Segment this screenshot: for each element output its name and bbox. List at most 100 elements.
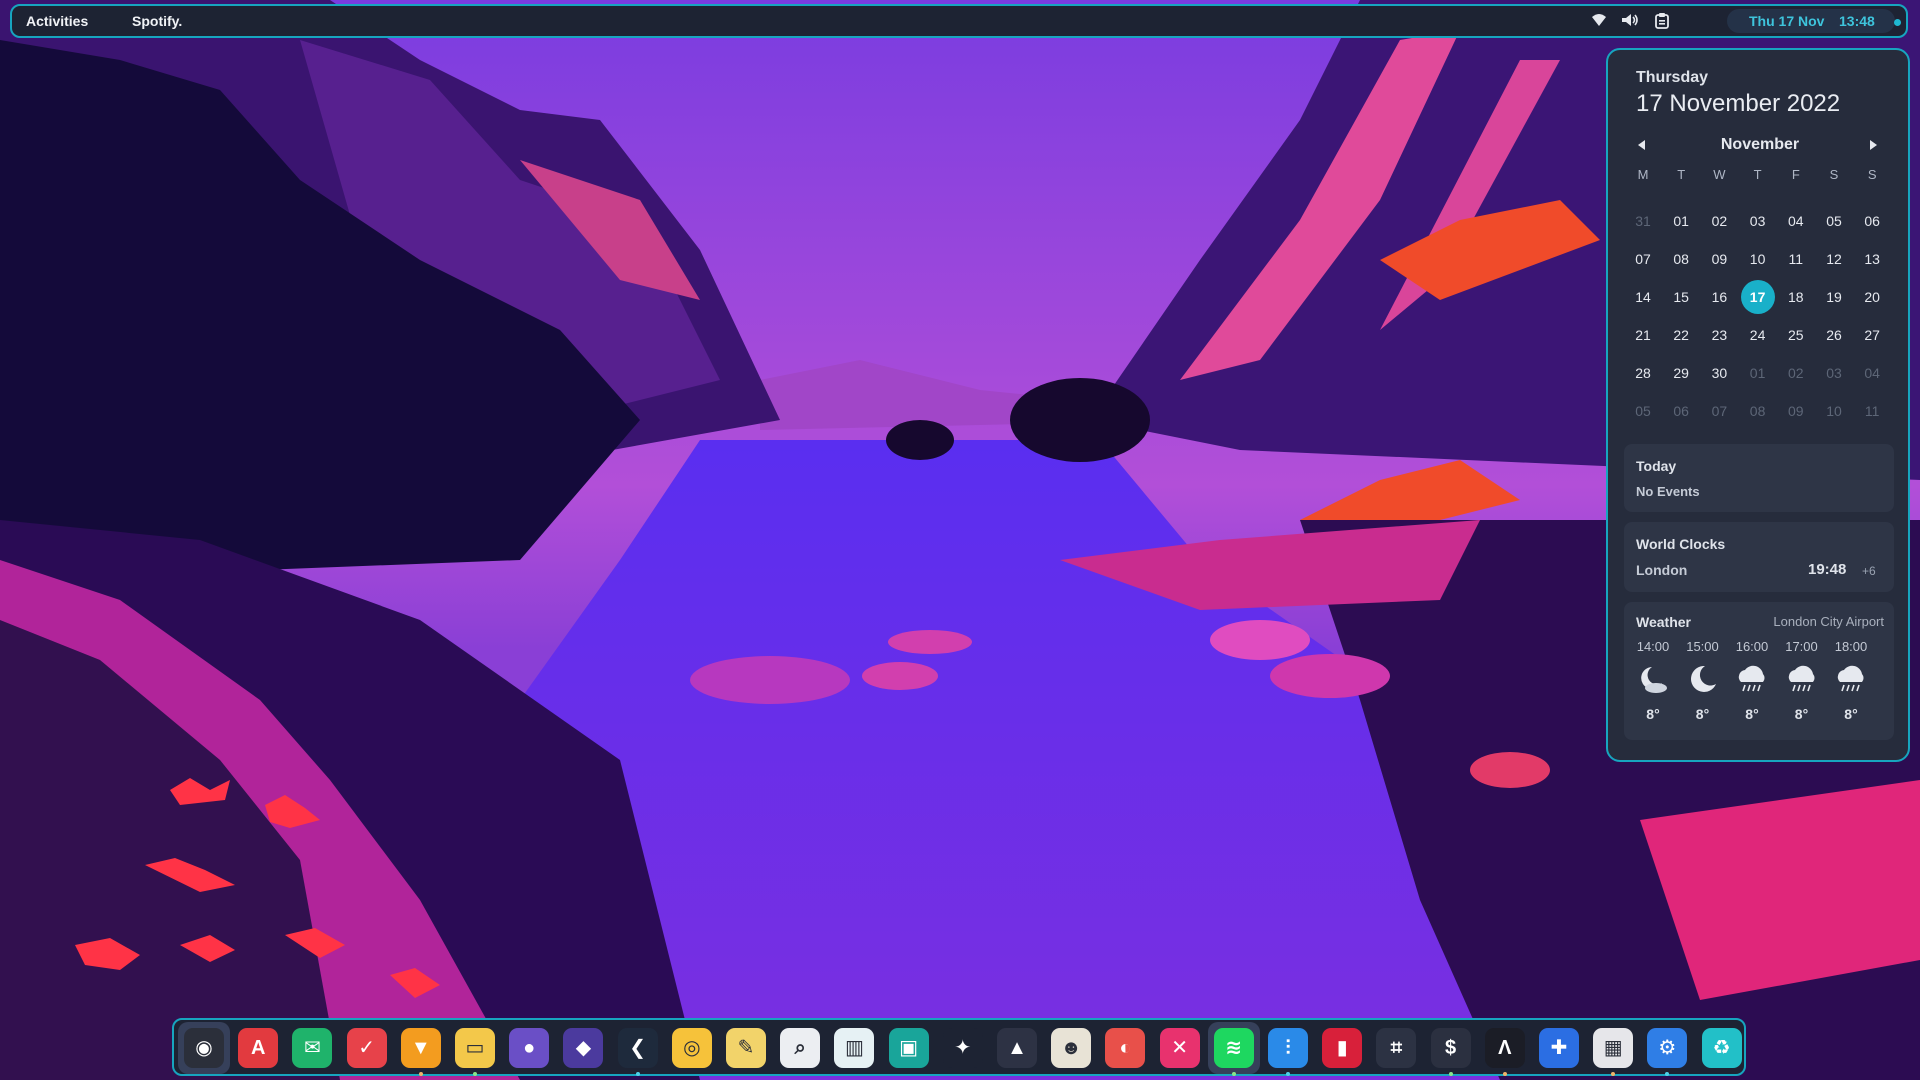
app-glyph: ✕: [1159, 1028, 1200, 1068]
world-clocks-card[interactable]: World Clocks London 19:48 +6: [1624, 522, 1894, 592]
calendar-day[interactable]: 02: [1702, 204, 1736, 238]
calendar-day[interactable]: 03: [1741, 204, 1775, 238]
rain-cloud-icon: [1727, 664, 1777, 700]
color-picker-icon[interactable]: ◐: [1105, 1028, 1146, 1068]
calendar-day[interactable]: 01: [1741, 356, 1775, 390]
calendar-day[interactable]: 13: [1855, 242, 1889, 276]
rain-cloud-icon: [1777, 664, 1827, 700]
spotify-icon[interactable]: ≋: [1207, 1022, 1260, 1076]
trash-icon[interactable]: ♻: [1701, 1028, 1742, 1068]
events-status: No Events: [1636, 484, 1700, 499]
notification-indicator-icon: [1894, 19, 1901, 26]
calendar-day[interactable]: 17: [1740, 280, 1775, 314]
calendar-panel: Thursday 17 November 2022 November Today…: [1606, 48, 1910, 762]
calendar-day[interactable]: 20: [1855, 280, 1889, 314]
video-app-icon[interactable]: ✕: [1159, 1028, 1200, 1068]
calendar-day[interactable]: 04: [1779, 204, 1813, 238]
screen-crop-icon[interactable]: ⌗: [1376, 1028, 1417, 1068]
calendar-day[interactable]: 25: [1779, 318, 1813, 352]
brave-browser-icon[interactable]: ▼: [400, 1028, 441, 1076]
calendar-day[interactable]: 08: [1664, 242, 1698, 276]
calendar-day[interactable]: 24: [1741, 318, 1775, 352]
calendar-day[interactable]: 11: [1855, 394, 1889, 428]
calendar-day[interactable]: 07: [1702, 394, 1736, 428]
calendar-day[interactable]: 27: [1855, 318, 1889, 352]
alacritty-icon[interactable]: Λ: [1484, 1028, 1525, 1076]
app-glyph: A: [238, 1028, 279, 1068]
calendar-day[interactable]: 21: [1626, 318, 1660, 352]
calendar-day[interactable]: 01: [1664, 204, 1698, 238]
wifi-icon[interactable]: [1590, 13, 1608, 31]
terminal-icon[interactable]: $: [1430, 1028, 1471, 1076]
calendar-day[interactable]: 22: [1664, 318, 1698, 352]
calendar-day[interactable]: 23: [1702, 318, 1736, 352]
gimp-icon[interactable]: ☻: [1051, 1028, 1092, 1068]
obsidian-icon[interactable]: ◆: [563, 1028, 604, 1068]
eye-app-icon[interactable]: ◉: [178, 1022, 230, 1074]
chrome-icon[interactable]: ◎: [671, 1028, 712, 1068]
app-glyph: ◐: [1105, 1028, 1146, 1068]
inkscape-icon[interactable]: ▲: [997, 1028, 1037, 1068]
screenshot-icon[interactable]: ▣: [888, 1028, 929, 1068]
mail-icon[interactable]: ✉: [292, 1028, 333, 1068]
calendar-day[interactable]: 08: [1741, 394, 1775, 428]
running-indicator: [1665, 1072, 1670, 1076]
weather-card[interactable]: Weather London City Airport 14:00 8° 15:00…: [1624, 602, 1894, 740]
github-icon[interactable]: ●: [509, 1028, 550, 1068]
partly-cloudy-night-icon: [1628, 664, 1678, 700]
weather-title: Weather: [1636, 614, 1691, 630]
settings-tweaks-icon[interactable]: ▦: [1593, 1028, 1634, 1076]
calendar-day[interactable]: 05: [1626, 394, 1660, 428]
calendar-day[interactable]: 30: [1702, 356, 1736, 390]
settings-icon[interactable]: ⚙: [1647, 1028, 1688, 1076]
extensions-icon[interactable]: ✚: [1539, 1028, 1579, 1068]
calendar-full-date[interactable]: 17 November 2022: [1636, 90, 1840, 118]
date-time-button[interactable]: Thu 17 Nov 13:48: [1727, 9, 1895, 33]
calendar-day[interactable]: 28: [1626, 356, 1660, 390]
search-icon[interactable]: ⌕: [780, 1028, 821, 1068]
app-store-icon[interactable]: A: [238, 1028, 279, 1068]
calendar-day[interactable]: 14: [1626, 280, 1660, 314]
calendar-day[interactable]: 18: [1779, 280, 1813, 314]
equalizer-icon[interactable]: ⫶: [1268, 1028, 1308, 1076]
calendar-day[interactable]: 07: [1626, 242, 1660, 276]
books-icon[interactable]: ▥: [834, 1028, 875, 1068]
figma-icon[interactable]: ✦: [942, 1028, 983, 1068]
clipboard-icon[interactable]: [1653, 13, 1671, 31]
calendar-day[interactable]: 02: [1779, 356, 1813, 390]
calendar-day[interactable]: 04: [1855, 356, 1889, 390]
app-glyph: ⚙: [1647, 1028, 1688, 1068]
vscode-icon[interactable]: ❮: [617, 1028, 658, 1076]
events-card[interactable]: Today No Events: [1624, 444, 1894, 512]
forecast-hour: 15:00: [1686, 639, 1719, 654]
app-menu-button[interactable]: Spotify.: [132, 6, 182, 36]
text-editor-icon[interactable]: ✎: [726, 1028, 766, 1068]
calendar-day[interactable]: 05: [1817, 204, 1851, 238]
clock-time: 13:48: [1839, 13, 1875, 29]
calendar-day[interactable]: 11: [1779, 242, 1813, 276]
calendar-day[interactable]: 19: [1817, 280, 1851, 314]
next-month-icon[interactable]: [1870, 140, 1877, 150]
calendar-day[interactable]: 09: [1702, 242, 1736, 276]
forecast-temperature: 8°: [1695, 706, 1710, 722]
app-glyph: Λ: [1484, 1028, 1525, 1068]
calendar-day[interactable]: 26: [1817, 318, 1851, 352]
calendar-day[interactable]: 06: [1664, 394, 1698, 428]
forecast-temperature: 8°: [1646, 706, 1660, 722]
calendar-day[interactable]: 10: [1817, 394, 1851, 428]
audio-visualizer-icon[interactable]: ▮: [1322, 1028, 1363, 1068]
calendar-day[interactable]: 31: [1626, 204, 1660, 238]
calendar-day[interactable]: 10: [1741, 242, 1775, 276]
calendar-day[interactable]: 09: [1779, 394, 1813, 428]
files-icon[interactable]: ▭: [455, 1028, 495, 1076]
forecast-temperature: 8°: [1745, 706, 1759, 722]
calendar-day[interactable]: 06: [1855, 204, 1889, 238]
activities-button[interactable]: Activities: [26, 6, 88, 36]
calendar-day[interactable]: 12: [1817, 242, 1851, 276]
todo-icon[interactable]: ✓: [346, 1028, 387, 1068]
volume-icon[interactable]: [1621, 13, 1639, 31]
calendar-day[interactable]: 15: [1664, 280, 1698, 314]
calendar-day[interactable]: 03: [1817, 356, 1851, 390]
calendar-day[interactable]: 29: [1664, 356, 1698, 390]
calendar-day[interactable]: 16: [1702, 280, 1736, 314]
